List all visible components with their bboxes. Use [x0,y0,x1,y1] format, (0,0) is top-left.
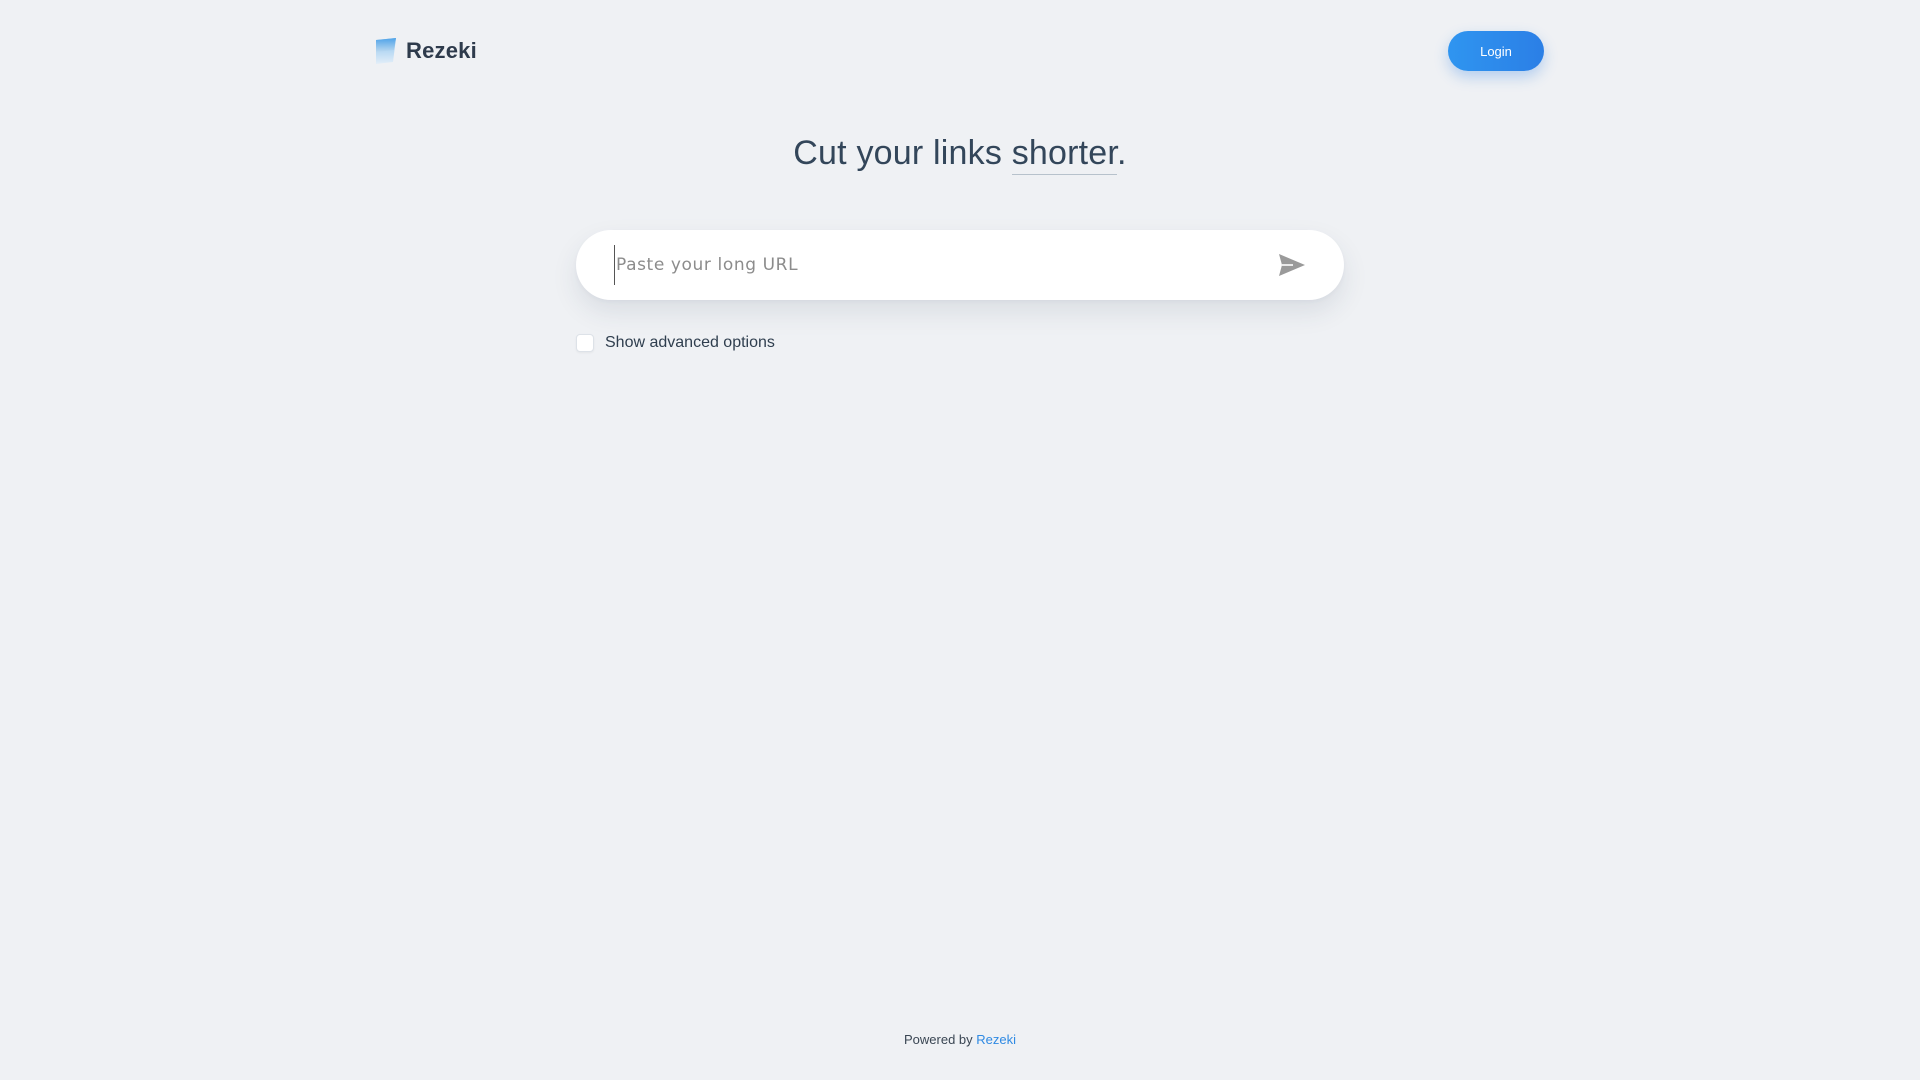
advanced-options-label: Show advanced options [605,334,775,351]
footer-prefix: Powered by [903,1032,977,1047]
login-button[interactable]: Login [1448,31,1544,71]
title-suffix: . [1117,134,1127,172]
title-accent: shorter [1011,134,1118,175]
header: Rezeki Login [376,30,1544,72]
footer-brand-link[interactable]: Rezeki [976,1032,1016,1047]
url-form [576,230,1344,300]
advanced-options-toggle[interactable]: Show advanced options [576,334,775,352]
rezeki-logo-icon [376,38,396,64]
url-input[interactable] [614,245,1274,285]
footer: Powered by Rezeki [0,1032,1920,1047]
page-title: Cut your links shorter. [0,134,1920,175]
brand-link[interactable]: Rezeki [376,38,477,64]
send-icon [1279,254,1305,276]
title-prefix: Cut your links [793,134,1012,172]
submit-button[interactable] [1274,247,1310,283]
page: Rezeki Login Cut your links shorter. Sho… [0,0,1920,1080]
advanced-options-checkbox[interactable] [576,334,594,352]
brand-name: Rezeki [406,38,477,63]
